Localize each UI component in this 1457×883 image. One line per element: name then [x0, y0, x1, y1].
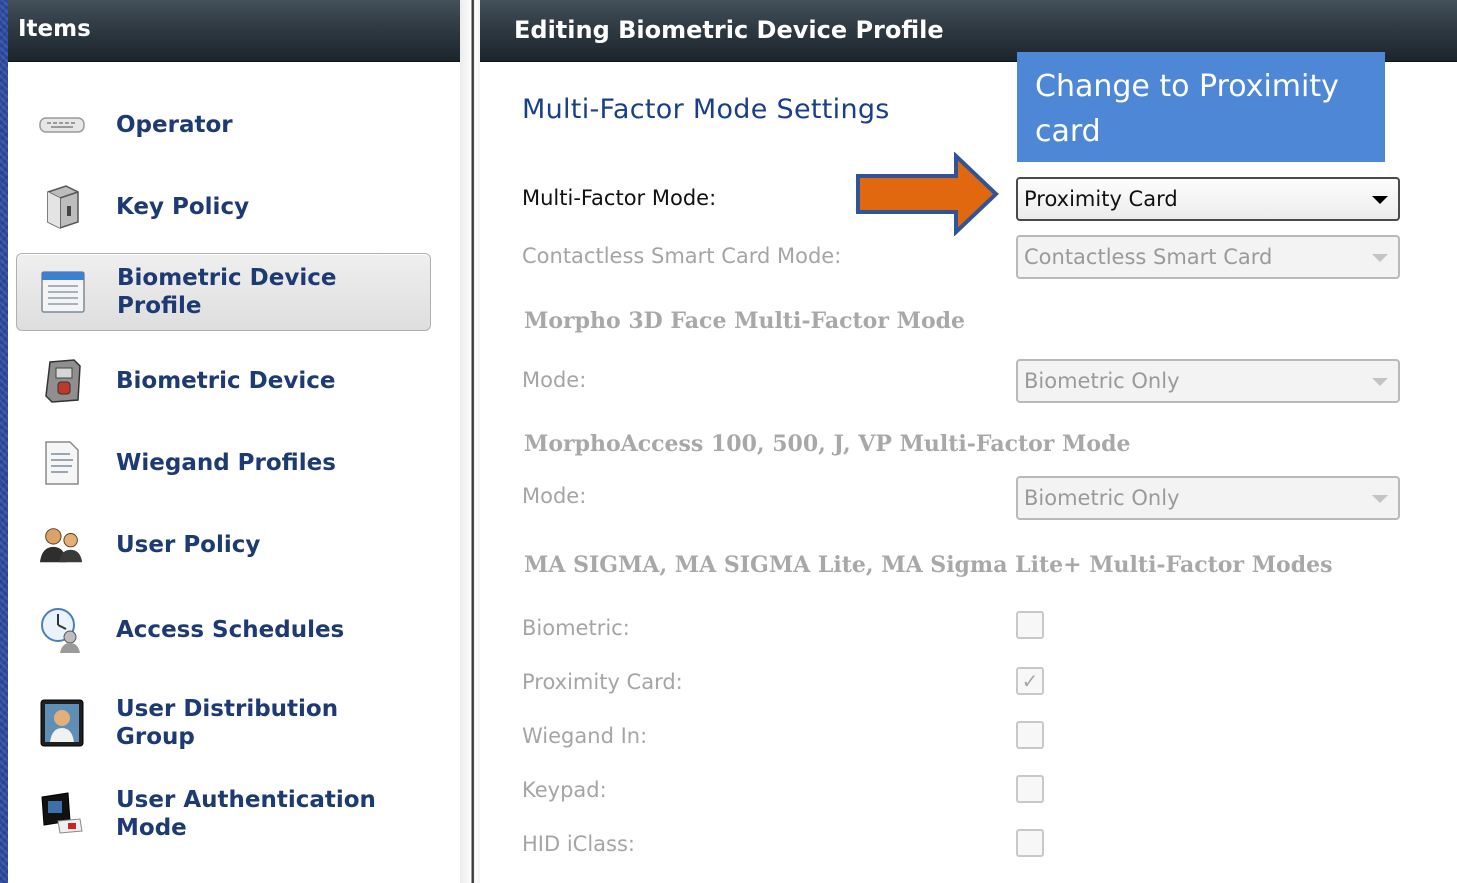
sidebar-item-label: User Distribution Group: [116, 696, 339, 750]
items-panel-title: Items: [8, 0, 460, 62]
biometric-checkbox-label: Biometric:: [522, 616, 630, 640]
sidebar-item-biometric-device-profile[interactable]: Biometric Device Profile: [16, 253, 431, 331]
sidebar-item-label: Wiegand Profiles: [116, 450, 336, 476]
hid-iclass-checkbox[interactable]: [1016, 829, 1044, 857]
morphoaccess-group-title: MorphoAccess 100, 500, J, VP Multi-Facto…: [524, 431, 1131, 457]
morpho-3d-mode-label: Mode:: [522, 368, 587, 392]
sidebar-item-label: User Authentication Mode: [116, 787, 376, 841]
profile-window-icon: [39, 268, 87, 316]
chevron-down-icon: [1372, 495, 1388, 503]
fingerprint-device-icon: [38, 357, 86, 405]
proximity-card-checkbox-label: Proximity Card:: [522, 670, 683, 694]
contactless-mode-select[interactable]: Contactless Smart Card: [1016, 235, 1400, 279]
sidebar-item-operator[interactable]: Operator: [16, 96, 431, 154]
sidebar-item-user-distribution-group[interactable]: User Distribution Group: [16, 684, 431, 762]
users-icon: [38, 521, 86, 569]
sidebar-item-user-authentication-mode[interactable]: User Authentication Mode: [16, 775, 431, 853]
clock-user-icon: [38, 606, 86, 654]
sidebar-item-key-policy[interactable]: Key Policy: [16, 178, 431, 236]
sidebar-item-label: User Policy: [116, 532, 261, 558]
contactless-mode-label: Contactless Smart Card Mode:: [522, 244, 842, 268]
sidebar-item-wiegand-profiles[interactable]: Wiegand Profiles: [16, 434, 431, 492]
card-reader-hand-icon: [38, 790, 86, 838]
keypad-checkbox[interactable]: [1016, 775, 1044, 803]
wiegand-in-checkbox-label: Wiegand In:: [522, 724, 648, 748]
sidebar-item-label: Biometric Device: [116, 368, 336, 394]
contactless-mode-value: Contactless Smart Card: [1024, 245, 1273, 269]
sidebar-item-label: Access Schedules: [116, 617, 345, 643]
sidebar-item-label: Biometric Device Profile: [117, 265, 337, 319]
sidebar-item-biometric-device[interactable]: Biometric Device: [16, 352, 431, 410]
sidebar-item-user-policy[interactable]: User Policy: [16, 516, 431, 574]
chevron-down-icon: [1372, 196, 1388, 204]
multi-factor-mode-value: Proximity Card: [1024, 187, 1178, 211]
biometric-checkbox[interactable]: [1016, 611, 1044, 639]
sidebar-item-label: Key Policy: [116, 194, 250, 220]
proximity-card-checkbox[interactable]: ✓: [1016, 667, 1044, 695]
items-panel: Items Operator Key Policy Biometric Devi…: [8, 0, 460, 883]
binary-document-icon: [38, 439, 86, 487]
sidebar-item-label: Operator: [116, 112, 233, 138]
annotation-callout: Change to Proximity card: [1017, 52, 1385, 162]
multi-factor-mode-label: Multi-Factor Mode:: [522, 186, 717, 210]
wiegand-in-checkbox[interactable]: [1016, 721, 1044, 749]
keypad-checkbox-label: Keypad:: [522, 778, 607, 802]
sigma-group-title: MA SIGMA, MA SIGMA Lite, MA Sigma Lite+ …: [524, 552, 1333, 578]
keyboard-icon: [38, 101, 86, 149]
key-vault-icon: [38, 183, 86, 231]
morpho-3d-group-title: Morpho 3D Face Multi-Factor Mode: [524, 308, 966, 334]
morpho-3d-mode-value: Biometric Only: [1024, 369, 1180, 393]
annotation-arrow-icon: [856, 152, 999, 236]
multi-factor-mode-select[interactable]: Proximity Card: [1016, 177, 1400, 221]
chevron-down-icon: [1372, 254, 1388, 262]
hid-iclass-checkbox-label: HID iClass:: [522, 832, 635, 856]
user-photo-group-icon: [38, 699, 86, 747]
panel-splitter[interactable]: [460, 0, 480, 883]
morpho-3d-mode-select[interactable]: Biometric Only: [1016, 359, 1400, 403]
sidebar-item-access-schedules[interactable]: Access Schedules: [16, 601, 431, 659]
morphoaccess-mode-label: Mode:: [522, 484, 587, 508]
check-mark-icon: ✓: [1021, 669, 1039, 693]
section-title: Multi-Factor Mode Settings: [522, 94, 890, 125]
chevron-down-icon: [1372, 378, 1388, 386]
morphoaccess-mode-value: Biometric Only: [1024, 486, 1180, 510]
morphoaccess-mode-select[interactable]: Biometric Only: [1016, 476, 1400, 520]
